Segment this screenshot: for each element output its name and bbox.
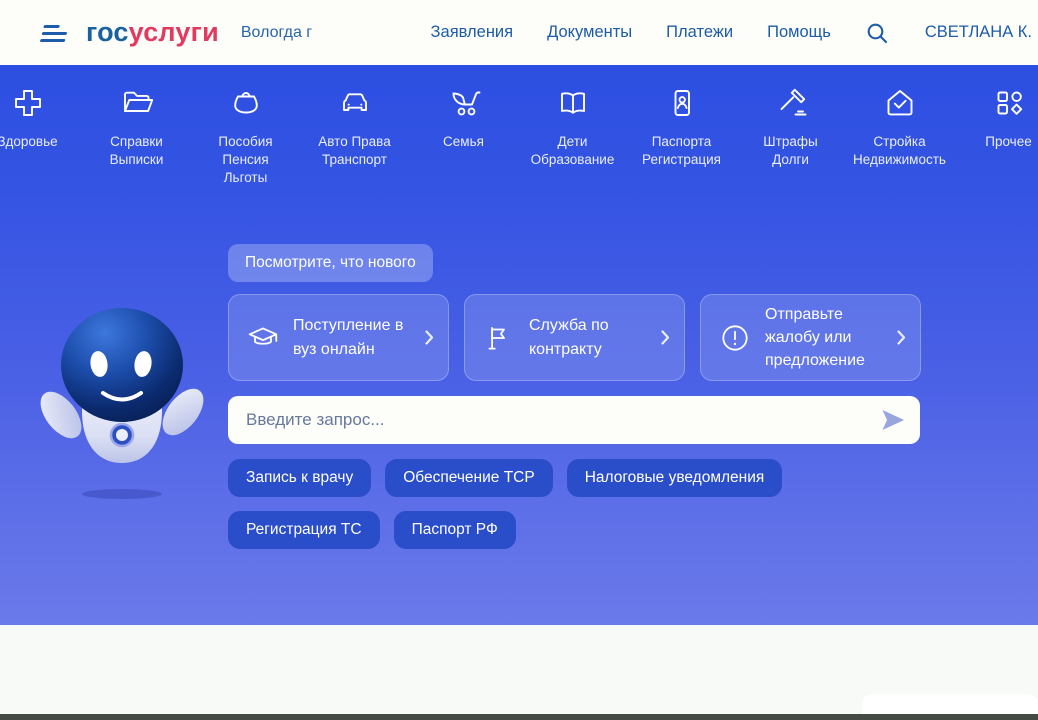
category-construction[interactable]: Стройка Недвижимость (845, 85, 954, 186)
card-title: Отправьте жалобу или предложение (765, 303, 865, 373)
top-bar: госуслуги Вологда г Заявления Документы … (0, 0, 1038, 65)
purse-icon (228, 85, 264, 121)
chevron-right-icon (897, 330, 906, 345)
category-label: Прочее (985, 133, 1031, 151)
category-label: Авто Права Транспорт (318, 133, 390, 169)
send-arrow-icon[interactable] (880, 409, 906, 431)
car-icon (337, 85, 373, 121)
category-children-education[interactable]: Дети Образование (518, 85, 627, 186)
category-label: Справки Выписки (110, 133, 164, 169)
passport-icon (664, 85, 700, 121)
robot-assistant-mascot[interactable] (28, 293, 216, 505)
magnifier-icon[interactable] (865, 20, 891, 46)
category-label: Дети Образование (531, 133, 615, 169)
hero-content: Посмотрите, что нового Поступление в вуз… (228, 244, 928, 549)
chevron-right-icon (661, 330, 670, 345)
category-fines-debts[interactable]: Штрафы Долги (736, 85, 845, 186)
chip-tax-notifications[interactable]: Налоговые уведомления (567, 459, 783, 497)
category-label: Штрафы Долги (763, 133, 817, 169)
flag-icon (482, 321, 516, 355)
open-book-icon (555, 85, 591, 121)
category-label: Паспорта Регистрация (642, 133, 721, 169)
chip-vehicle-registration[interactable]: Регистрация ТС (228, 511, 380, 549)
user-account[interactable]: СВЕТЛАНА К. (925, 23, 1032, 42)
chevron-right-icon (425, 330, 434, 345)
logo-blue-part: гос (86, 17, 129, 47)
chip-tsr-provision[interactable]: Обеспечение ТСР (385, 459, 552, 497)
category-label: Пособия Пенсия Льготы (218, 133, 272, 186)
category-benefits[interactable]: Пособия Пенсия Льготы (191, 85, 300, 186)
category-label: Здоровье (0, 133, 58, 151)
category-other[interactable]: Прочее (954, 85, 1038, 186)
medical-cross-icon (10, 85, 46, 121)
category-label: Стройка Недвижимость (853, 133, 946, 169)
category-certificates[interactable]: Справки Выписки (82, 85, 191, 186)
category-label: Семья (443, 133, 484, 151)
location-selector[interactable]: Вологда г (241, 24, 312, 42)
category-passports[interactable]: Паспорта Регистрация (627, 85, 736, 186)
promo-cards: Поступление в вуз онлайн Служба по контр… (228, 294, 928, 381)
grid-shapes-icon (991, 85, 1027, 121)
assistant-search-bar (228, 396, 920, 444)
gavel-icon (773, 85, 809, 121)
card-title: Служба по контракту (529, 314, 609, 360)
hamburger-menu-icon[interactable] (39, 22, 72, 44)
whats-new-button[interactable]: Посмотрите, что нового (228, 244, 433, 282)
category-strip: Здоровье Справки Выписки Пособия Пенсия … (0, 85, 1038, 186)
category-family[interactable]: Семья (409, 85, 518, 186)
card-send-complaint[interactable]: Отправьте жалобу или предложение (700, 294, 921, 381)
category-auto[interactable]: Авто Права Транспорт (300, 85, 409, 186)
nav-help[interactable]: Помощь (767, 23, 831, 42)
chip-doctor-appointment[interactable]: Запись к врачу (228, 459, 371, 497)
gosuslugi-portal: госуслуги Вологда г Заявления Документы … (0, 0, 1038, 720)
card-contract-service[interactable]: Служба по контракту (464, 294, 685, 381)
search-input[interactable] (244, 409, 880, 431)
exclamation-circle-icon (718, 321, 752, 355)
stroller-icon (446, 85, 482, 121)
quick-suggestions: Запись к врачу Обеспечение ТСР Налоговые… (228, 459, 928, 549)
bottom-strip (0, 714, 1038, 720)
card-university-admission[interactable]: Поступление в вуз онлайн (228, 294, 449, 381)
card-title: Поступление в вуз онлайн (293, 314, 403, 360)
hero-section: Здоровье Справки Выписки Пособия Пенсия … (0, 65, 1038, 625)
footer-area (0, 625, 1038, 714)
chat-widget-tab[interactable] (862, 694, 1038, 714)
graduation-cap-icon (246, 321, 280, 355)
chip-passport-rf[interactable]: Паспорт РФ (394, 511, 516, 549)
logo[interactable]: госуслуги (86, 17, 219, 48)
folder-icon (119, 85, 155, 121)
nav-applications[interactable]: Заявления (431, 23, 514, 42)
category-health[interactable]: Здоровье (0, 85, 82, 186)
nav-documents[interactable]: Документы (547, 23, 632, 42)
nav-payments[interactable]: Платежи (666, 23, 733, 42)
logo-red-part: услуги (129, 17, 219, 47)
top-navigation: Заявления Документы Платежи Помощь СВЕТЛ… (431, 20, 1032, 46)
house-check-icon (882, 85, 918, 121)
